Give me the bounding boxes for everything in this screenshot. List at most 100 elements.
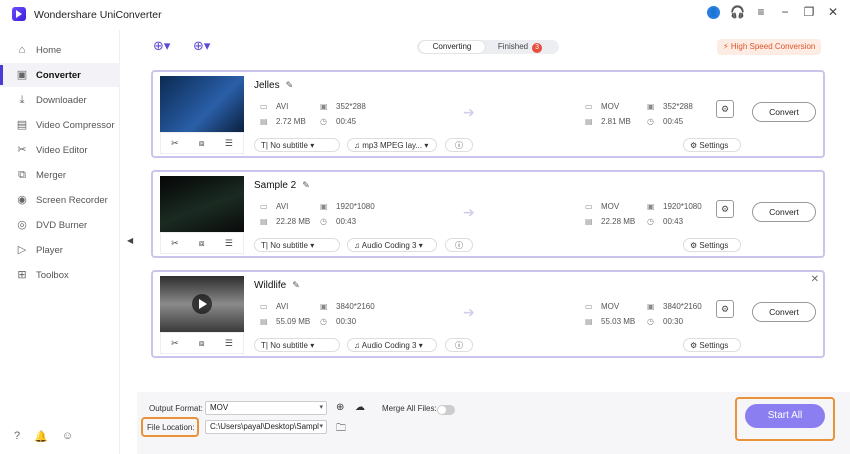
convert-button[interactable]: Convert [752, 302, 816, 322]
crop-icon[interactable]: ⧈ [199, 338, 205, 349]
src-size-text: 55.09 MB [276, 317, 311, 326]
compress-icon: ▤ [16, 119, 28, 131]
crop-icon[interactable]: ⧈ [199, 138, 205, 149]
converter-icon: ▣ [16, 69, 28, 81]
settings-button[interactable]: ⚙ Settings [683, 338, 741, 352]
sidebar: ⌂ Home ▣ Converter ⤓ Downloader ▤ Video Comp… [0, 30, 120, 454]
subtitle-select[interactable]: T| No subtitle ▾ [254, 338, 340, 352]
dst-duration: ◷ 00:30 [647, 317, 683, 326]
user-icon[interactable]: 👤 [707, 5, 720, 19]
convert-button[interactable]: Convert [752, 102, 816, 122]
sidebar-item-video-compressor[interactable]: ▤ Video Compressor [0, 113, 120, 137]
sidebar-item-merger[interactable]: ⧉ Merger [0, 163, 120, 187]
play-overlay-icon[interactable] [192, 294, 212, 314]
file-name: Sample 2 ✎ [254, 180, 310, 191]
effects-icon[interactable]: ☰ [225, 338, 233, 349]
file-location-select[interactable]: C:\Users\payal\Desktop\Sampl ▾ [205, 420, 327, 434]
settings-label: Settings [699, 141, 729, 150]
edit-name-icon[interactable]: ✎ [302, 180, 310, 190]
audio-select[interactable]: ♫ Audio Coding 3 ▾ [347, 338, 437, 352]
sidebar-item-label: Home [36, 44, 62, 56]
subtitle-value: No subtitle [270, 341, 308, 350]
src-format: ▭ AVI [260, 302, 288, 311]
trim-icon[interactable]: ✂ [171, 238, 179, 249]
maximize-icon[interactable]: ❐ [802, 5, 816, 19]
minimize-icon[interactable]: − [778, 5, 792, 19]
output-settings-icon[interactable]: ⚙ [716, 200, 734, 218]
sidebar-item-label: Downloader [36, 94, 87, 106]
trim-icon[interactable]: ✂ [171, 138, 179, 149]
scissors-icon: ✂ [17, 144, 27, 156]
merge-toggle[interactable] [437, 405, 455, 415]
sidebar-item-downloader[interactable]: ⤓ Downloader [0, 88, 120, 112]
src-size-text: 2.72 MB [276, 117, 306, 126]
headset-icon[interactable]: 🎧 [730, 5, 745, 19]
remove-file-icon[interactable]: ✕ [811, 274, 819, 285]
file-name-text: Sample 2 [254, 180, 297, 191]
tab-converting[interactable]: Converting [419, 41, 485, 53]
arrow-right-icon: ➔ [463, 304, 475, 320]
close-icon[interactable]: ✕ [826, 5, 840, 19]
src-duration: ◷ 00:43 [320, 217, 356, 226]
output-format-select[interactable]: MOV ▾ [205, 401, 327, 415]
crop-icon[interactable]: ⧈ [199, 238, 205, 249]
output-settings-icon[interactable]: ⚙ [716, 300, 734, 318]
dst-format[interactable]: ▭ MOV [585, 302, 619, 311]
add-from-device-icon[interactable]: ⊕▾ [193, 38, 210, 54]
open-folder-icon[interactable]: 🗀 [336, 421, 346, 438]
info-icon[interactable]: ⓘ [445, 238, 473, 252]
sidebar-item-home[interactable]: ⌂ Home [0, 38, 120, 62]
dst-format[interactable]: ▭ MOV [585, 102, 619, 111]
app-title: Wondershare UniConverter [34, 9, 162, 21]
src-format-text: AVI [276, 302, 289, 311]
convert-button[interactable]: Convert [752, 202, 816, 222]
help-icon[interactable]: ? [14, 430, 20, 443]
bell-icon[interactable]: 🔔 [34, 430, 48, 443]
start-all-button[interactable]: Start All [745, 404, 825, 428]
settings-button[interactable]: ⚙ Settings [683, 138, 741, 152]
collapse-sidebar-icon[interactable]: ◀ [127, 236, 137, 252]
sidebar-item-player[interactable]: ▷ Player [0, 238, 120, 262]
tab-finished[interactable]: Finished 3 [487, 41, 553, 53]
info-icon[interactable]: ⓘ [445, 138, 473, 152]
audio-select[interactable]: ♫ Audio Coding 3 ▾ [347, 238, 437, 252]
subtitle-icon: T| [261, 241, 271, 250]
video-thumbnail[interactable] [160, 76, 244, 132]
settings-button[interactable]: ⚙ Settings [683, 238, 741, 252]
video-icon: ▭ [260, 202, 268, 211]
edit-name-icon[interactable]: ✎ [286, 80, 294, 90]
audio-icon: ♫ [354, 341, 362, 350]
sidebar-item-label: Converter [36, 69, 81, 81]
src-format: ▭ AVI [260, 202, 288, 211]
sidebar-item-converter[interactable]: ▣ Converter [0, 63, 120, 87]
cloud-icon[interactable]: ☁ [355, 402, 365, 413]
file-card: ✕ ✂ ⧈ ☰ Wildlife ✎ ▭ AVI ▣ 3840*2160 ▤ 55.09 M… [151, 270, 825, 358]
file-name: Wildlife ✎ [254, 280, 300, 291]
sidebar-item-screen-recorder[interactable]: ◉ Screen Recorder [0, 188, 120, 212]
src-duration: ◷ 00:45 [320, 117, 356, 126]
audio-select[interactable]: ♫ mp3 MPEG lay... ▾ [347, 138, 437, 152]
sidebar-item-toolbox[interactable]: ⊞ Toolbox [0, 263, 120, 287]
src-size-text: 22.28 MB [276, 217, 311, 226]
sidebar-item-video-editor[interactable]: ✂ Video Editor [0, 138, 120, 162]
format-settings-icon[interactable]: ⊕ [336, 402, 344, 413]
effects-icon[interactable]: ☰ [225, 238, 233, 249]
output-settings-icon[interactable]: ⚙ [716, 100, 734, 118]
video-thumbnail[interactable] [160, 176, 244, 232]
edit-name-icon[interactable]: ✎ [292, 280, 300, 290]
info-icon[interactable]: ⓘ [445, 338, 473, 352]
sidebar-item-dvd-burner[interactable]: ◎ DVD Burner [0, 213, 120, 237]
effects-icon[interactable]: ☰ [225, 138, 233, 149]
trim-icon[interactable]: ✂ [171, 338, 179, 349]
dst-duration-text: 00:45 [663, 117, 684, 126]
resolution-icon: ▣ [320, 302, 328, 311]
high-speed-conversion-button[interactable]: ⚡ High Speed Conversion [717, 39, 822, 55]
subtitle-select[interactable]: T| No subtitle ▾ [254, 138, 340, 152]
menu-icon[interactable]: ≡ [754, 5, 768, 19]
feedback-icon[interactable]: ☺ [62, 430, 73, 443]
add-file-icon[interactable]: ⊕▾ [153, 38, 170, 54]
video-thumbnail[interactable] [160, 276, 244, 332]
dst-format[interactable]: ▭ MOV [585, 202, 619, 211]
subtitle-select[interactable]: T| No subtitle ▾ [254, 238, 340, 252]
folder-icon: ▤ [260, 117, 268, 126]
